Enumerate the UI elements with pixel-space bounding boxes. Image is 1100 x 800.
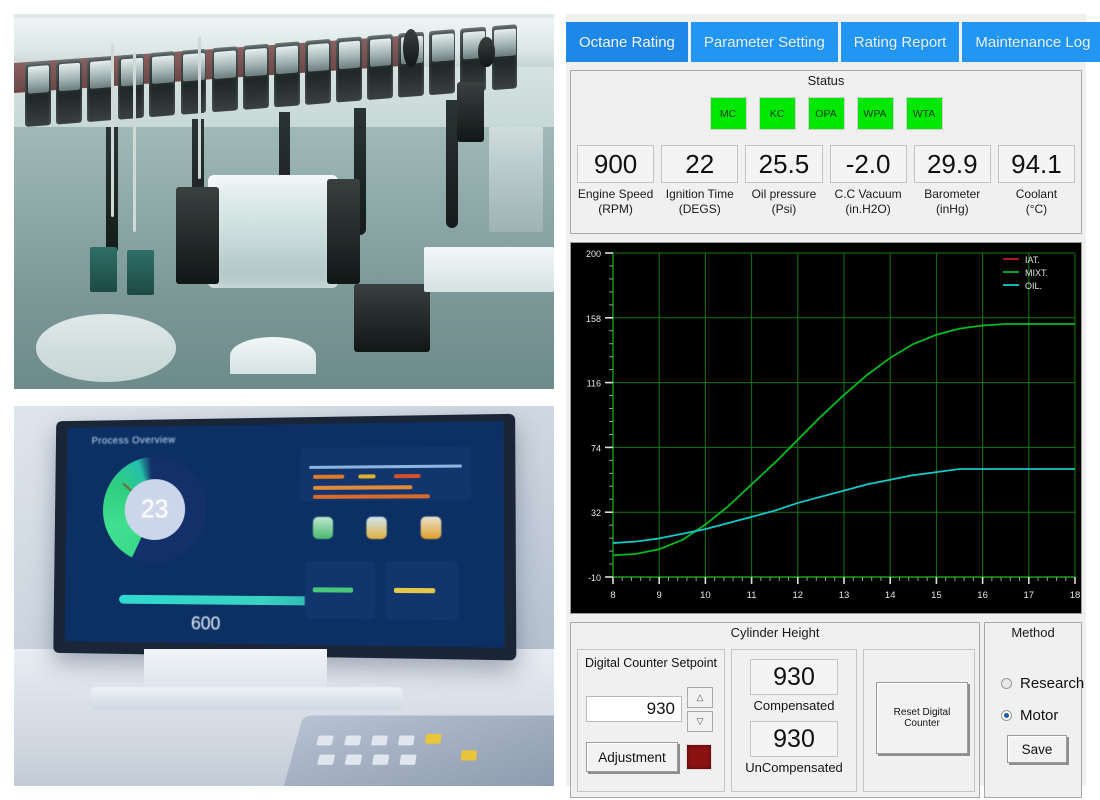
meter-barometer-name: Barometer	[924, 187, 981, 201]
temperature-trend-chart[interactable]: -10 32 74 116 158 200 8 9 10 11 12 13 14 15 16 17 18 IAT.…	[570, 242, 1082, 614]
meter-coolant-name: Coolant	[1015, 187, 1058, 201]
dashboard-readout-value: 600	[191, 613, 221, 634]
reset-counter-group: Reset Digital Counter	[863, 649, 975, 792]
dashboard-gauge: 23	[103, 456, 208, 564]
tab-maintenance-log[interactable]: Maintenance Log	[962, 22, 1100, 62]
monitor-screen: Process Overview 23 600	[64, 421, 505, 649]
svg-text:15: 15	[931, 590, 942, 601]
status-led-mc[interactable]: MC	[709, 97, 747, 130]
tab-bar: Octane Rating Parameter Setting Rating R…	[566, 22, 1100, 62]
status-led-wpa[interactable]: WPA	[856, 97, 894, 130]
meter-coolant-value: 94.1	[997, 145, 1076, 183]
svg-text:11: 11	[747, 590, 757, 601]
svg-text:158: 158	[586, 314, 601, 324]
meter-row: 900 Engine Speed (RPM) 22 Ignition Time …	[577, 145, 1076, 216]
uncompensated-label: UnCompensated	[745, 760, 843, 775]
meter-barometer: 29.9 Barometer (inHg)	[913, 145, 991, 216]
svg-text:18: 18	[1070, 590, 1081, 601]
meter-engine-speed: 900 Engine Speed (RPM)	[577, 145, 655, 216]
status-led-kc[interactable]: KC	[758, 97, 796, 130]
meter-ignition-time-name: Ignition Time	[665, 187, 734, 201]
meter-engine-speed-value: 900	[577, 145, 655, 183]
svg-text:MIXT.: MIXT.	[1025, 268, 1048, 278]
cylinder-height-panel: Cylinder Height Digital Counter Setpoint…	[570, 622, 980, 798]
status-led-wta[interactable]: WTA	[905, 97, 943, 130]
meter-coolant-unit: (°C)	[1025, 202, 1048, 216]
meter-oil-pressure-value: 25.5	[745, 145, 823, 183]
meter-cc-vacuum-value: -2.0	[829, 145, 907, 183]
svg-text:17: 17	[1024, 590, 1035, 601]
triangle-up-icon[interactable]: △	[687, 686, 713, 708]
gauge-value: 23	[141, 494, 170, 525]
cylinder-height-title: Cylinder Height	[730, 625, 820, 640]
screenshot-root: Process Overview 23 600 Octane Rating Pa…	[0, 0, 1100, 800]
method-option-research[interactable]: Research	[1001, 675, 1084, 692]
meter-oil-pressure-name: Oil pressure	[751, 187, 817, 201]
svg-text:116: 116	[587, 379, 601, 389]
industrial-machine-photo	[14, 14, 554, 389]
svg-text:200: 200	[586, 249, 601, 259]
meter-ignition-time-unit: (DEGS)	[678, 202, 721, 216]
reset-digital-counter-button[interactable]: Reset Digital Counter	[876, 682, 968, 754]
svg-text:OIL.: OIL.	[1025, 281, 1042, 291]
method-option-motor[interactable]: Motor	[1001, 707, 1058, 724]
tab-rating-report[interactable]: Rating Report	[840, 22, 960, 62]
svg-text:-10: -10	[588, 573, 601, 583]
compensated-value: 930	[750, 659, 838, 695]
svg-text:14: 14	[885, 590, 896, 601]
svg-text:10: 10	[700, 590, 711, 601]
meter-coolant: 94.1 Coolant (°C)	[997, 145, 1076, 216]
chart-canvas: -10 32 74 116 158 200 8 9 10 11 12 13 14 15 16 17 18 IAT.…	[571, 243, 1081, 613]
meter-cc-vacuum: -2.0 C.C Vacuum (in.H2O)	[829, 145, 907, 216]
meter-oil-pressure: 25.5 Oil pressure (Psi)	[745, 145, 823, 216]
adjustment-status-indicator	[686, 744, 712, 770]
svg-text:8: 8	[610, 590, 615, 601]
machine-cylinder	[208, 175, 338, 288]
uncompensated-value: 930	[750, 721, 838, 757]
status-led-row: MC KC OPA WPA WTA	[571, 97, 1081, 130]
setpoint-label: Digital Counter Setpoint	[584, 656, 718, 670]
meter-cc-vacuum-name: C.C Vacuum	[834, 187, 902, 201]
radio-motor-icon[interactable]	[1001, 710, 1012, 721]
svg-text:IAT.: IAT.	[1025, 255, 1040, 265]
radio-research-icon[interactable]	[1001, 678, 1012, 689]
method-panel: Method Research Motor Save	[984, 622, 1084, 798]
tab-parameter-setting[interactable]: Parameter Setting	[690, 22, 838, 62]
meter-barometer-value: 29.9	[913, 145, 991, 183]
method-title: Method	[1011, 625, 1055, 640]
save-button[interactable]: Save	[1007, 735, 1067, 763]
meter-engine-speed-unit: (RPM)	[598, 202, 633, 216]
digital-counter-setpoint-group: Digital Counter Setpoint 930 △ ▽ Adjustm…	[577, 649, 725, 792]
method-option-motor-label: Motor	[1020, 707, 1059, 724]
cylinder-height-readouts: 930 Compensated 930 UnCompensated	[731, 649, 857, 792]
svg-text:9: 9	[657, 590, 662, 601]
control-dashboard-photo: Process Overview 23 600	[14, 406, 554, 786]
svg-text:16: 16	[977, 590, 988, 601]
meter-barometer-unit: (inHg)	[935, 202, 969, 216]
screen-title-text: Process Overview	[91, 435, 177, 448]
keyboard	[284, 715, 554, 786]
meter-cc-vacuum-unit: (in.H2O)	[845, 202, 891, 216]
setpoint-stepper: 930 △ ▽	[586, 686, 718, 732]
octane-rating-application: Octane Rating Parameter Setting Rating R…	[566, 14, 1100, 798]
status-panel: Status MC KC OPA WPA WTA 900 Engine Spee…	[570, 70, 1082, 234]
monitor: Process Overview 23 600	[53, 414, 518, 662]
meter-ignition-time: 22 Ignition Time (DEGS)	[661, 145, 739, 216]
meter-oil-pressure-unit: (Psi)	[771, 202, 797, 216]
svg-text:13: 13	[839, 590, 850, 601]
svg-text:12: 12	[793, 590, 804, 601]
meter-engine-speed-name: Engine Speed	[577, 187, 654, 201]
meter-ignition-time-value: 22	[661, 145, 739, 183]
status-led-opa[interactable]: OPA	[807, 97, 845, 130]
compensated-label: Compensated	[753, 698, 835, 713]
status-panel-title: Status	[807, 73, 845, 88]
photo-column: Process Overview 23 600	[14, 14, 554, 786]
svg-text:74: 74	[591, 443, 601, 453]
svg-text:32: 32	[591, 508, 601, 518]
method-option-research-label: Research	[1020, 675, 1085, 692]
setpoint-input[interactable]: 930	[586, 696, 682, 722]
tab-octane-rating[interactable]: Octane Rating	[566, 22, 688, 62]
triangle-down-icon[interactable]: ▽	[687, 710, 713, 732]
adjustment-button[interactable]: Adjustment	[586, 742, 678, 772]
